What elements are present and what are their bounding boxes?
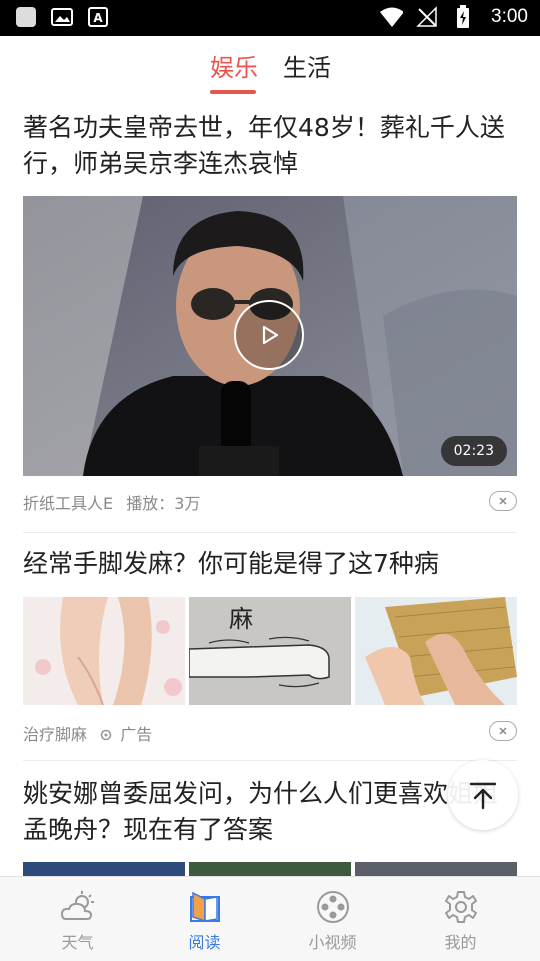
tab-entertainment[interactable]: 娱乐 [210, 48, 258, 83]
ad-image-hands [23, 597, 185, 705]
svg-text:A: A [93, 11, 103, 25]
no-signal-icon [415, 6, 439, 28]
thumb-text: 麻 [229, 605, 253, 633]
ad-title[interactable]: 经常手脚发麻？你可能是得了这7种病 [23, 546, 519, 582]
nav-reading[interactable]: 阅读 [137, 877, 272, 961]
ad-badge-icon [100, 729, 112, 741]
video-player[interactable]: 02:23 [23, 196, 517, 476]
nav-label-reading: 阅读 [188, 933, 221, 952]
wifi-icon [379, 6, 404, 28]
ad-image-numb-arm: 麻 [189, 597, 351, 705]
battery-charging-icon [451, 5, 475, 28]
font-icon: A [86, 6, 110, 28]
play-icon [262, 325, 279, 345]
article-thumbnails-partial[interactable] [23, 862, 517, 876]
ad-label: 广告 [120, 725, 153, 744]
close-icon [499, 727, 507, 735]
nav-mine[interactable]: 我的 [393, 877, 528, 961]
video-meta: 折纸工具人E 播放：3万 [23, 490, 200, 514]
nav-label-mine: 我的 [444, 933, 477, 952]
nav-label-weather: 天气 [61, 933, 94, 952]
status-bar: A 3:00 [0, 0, 540, 36]
nav-weather[interactable]: 天气 [10, 877, 145, 961]
arrow-up-icon [469, 782, 497, 810]
play-button[interactable] [234, 300, 304, 370]
ad-thumbnails[interactable]: 麻 [23, 597, 517, 705]
image-icon [50, 6, 74, 28]
back-to-top-button[interactable] [448, 760, 518, 830]
article-title[interactable]: 姚安娜曾委屈发问，为什么人们更喜欢姐姐孟晚舟？现在有了答案 [23, 776, 519, 848]
category-tabs: 娱乐 生活 [0, 36, 540, 98]
play-count: 播放：3万 [126, 494, 201, 513]
nav-short-video[interactable]: 小视频 [265, 877, 400, 961]
active-tab-indicator [210, 90, 256, 94]
ad-image-hands-pillow [355, 597, 517, 705]
dismiss-button[interactable] [489, 491, 517, 511]
author-name[interactable]: 折纸工具人E [23, 494, 113, 513]
book-icon [189, 891, 220, 923]
video-title[interactable]: 著名功夫皇帝去世，年仅48岁！葬礼千人送行，师弟吴京李连杰哀悼 [23, 110, 519, 182]
gear-icon [444, 891, 477, 923]
close-icon [499, 497, 507, 505]
ad-source[interactable]: 治疗脚麻 [23, 725, 87, 744]
divider [23, 532, 517, 533]
ad-meta: 治疗脚麻 广告 [23, 721, 152, 745]
dismiss-button[interactable] [489, 721, 517, 741]
divider [23, 760, 517, 761]
app-square-icon [14, 6, 38, 28]
bottom-navigation: 天气 阅读 小视频 我的 [0, 876, 540, 961]
clock: 3:00 [491, 6, 528, 27]
weather-icon [60, 891, 94, 920]
nav-label-short-video: 小视频 [308, 933, 357, 952]
tab-life[interactable]: 生活 [283, 48, 331, 83]
video-duration: 02:23 [440, 436, 507, 466]
film-reel-icon [316, 891, 349, 923]
